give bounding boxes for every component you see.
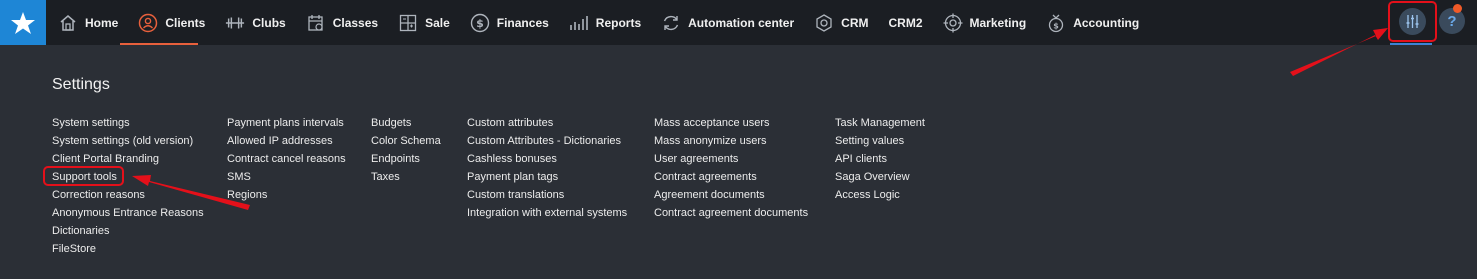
nav-home-label: Home: [85, 15, 119, 30]
settings-column-2: Payment plans intervals Allowed IP addre…: [227, 114, 346, 204]
settings-link[interactable]: Color Schema: [371, 132, 441, 150]
settings-column-5: Mass acceptance users Mass anonymize use…: [654, 114, 808, 222]
nav-clubs-label: Clubs: [252, 15, 286, 30]
settings-link[interactable]: Budgets: [371, 114, 441, 132]
clients-icon: [138, 13, 158, 33]
star-logo-icon: [11, 11, 35, 34]
settings-link[interactable]: Contract cancel reasons: [227, 150, 346, 168]
nav-reports[interactable]: Reports: [557, 0, 649, 45]
nav-automation-center[interactable]: Automation center: [649, 0, 802, 45]
settings-link[interactable]: Custom Attributes - Dictionaries: [467, 132, 627, 150]
dumbbell-icon: [225, 13, 245, 33]
settings-link[interactable]: Integration with external systems: [467, 204, 627, 222]
settings-link[interactable]: Taxes: [371, 168, 441, 186]
settings-link[interactable]: Contract agreement documents: [654, 204, 808, 222]
settings-link[interactable]: Correction reasons: [52, 186, 204, 204]
settings-link[interactable]: Contract agreements: [654, 168, 808, 186]
settings-link[interactable]: Anonymous Entrance Reasons: [52, 204, 204, 222]
active-tab-indicator: [120, 43, 198, 45]
nav-finances[interactable]: $ Finances: [458, 0, 557, 45]
settings-link[interactable]: Payment plans intervals: [227, 114, 346, 132]
target-icon: [943, 13, 963, 33]
nav-finances-label: Finances: [496, 15, 549, 30]
help-label: ?: [1447, 12, 1457, 30]
refresh-icon: [661, 13, 681, 33]
home-icon: [58, 13, 78, 33]
main-nav: Home Clients Clubs Classes Sale $ Financ…: [46, 0, 1147, 45]
settings-link[interactable]: User agreements: [654, 150, 808, 168]
nav-automation-center-label: Automation center: [688, 15, 795, 30]
help-button[interactable]: ?: [1439, 8, 1465, 34]
nav-classes-label: Classes: [332, 15, 379, 30]
annotation-highlight-settings: [1388, 1, 1437, 42]
nav-sale[interactable]: Sale: [386, 0, 458, 45]
settings-link[interactable]: Custom attributes: [467, 114, 627, 132]
settings-link[interactable]: Access Logic: [835, 186, 925, 204]
accounting-icon: $: [1046, 13, 1066, 33]
settings-link[interactable]: Allowed IP addresses: [227, 132, 346, 150]
nav-crm2[interactable]: CRM2: [876, 0, 930, 45]
nav-marketing[interactable]: Marketing: [931, 0, 1035, 45]
nav-crm[interactable]: CRM: [802, 0, 876, 45]
nav-accounting-label: Accounting: [1073, 15, 1140, 30]
nav-crm2-label: CRM2: [888, 15, 923, 30]
settings-link[interactable]: Mass acceptance users: [654, 114, 808, 132]
nav-accounting[interactable]: $ Accounting: [1034, 0, 1147, 45]
svg-text:$: $: [1053, 21, 1059, 30]
nav-reports-label: Reports: [595, 15, 642, 30]
nav-crm-label: CRM: [841, 15, 869, 30]
calendar-icon: [306, 13, 326, 33]
nav-clients-label: Clients: [165, 15, 206, 30]
settings-link[interactable]: API clients: [835, 150, 925, 168]
nav-home[interactable]: Home: [46, 0, 126, 45]
settings-link[interactable]: Setting values: [835, 132, 925, 150]
top-navigation-bar: Home Clients Clubs Classes Sale $ Financ…: [0, 0, 1477, 45]
settings-link[interactable]: System settings: [52, 114, 204, 132]
settings-link[interactable]: Task Management: [835, 114, 925, 132]
settings-link[interactable]: Payment plan tags: [467, 168, 627, 186]
settings-link[interactable]: Mass anonymize users: [654, 132, 808, 150]
settings-link[interactable]: FileStore: [52, 240, 204, 258]
grid-icon: [398, 13, 418, 33]
nav-clients[interactable]: Clients: [126, 0, 213, 45]
settings-link[interactable]: Endpoints: [371, 150, 441, 168]
notification-dot: [1453, 4, 1462, 13]
settings-link[interactable]: Cashless bonuses: [467, 150, 627, 168]
nav-classes[interactable]: Classes: [294, 0, 386, 45]
bar-chart-icon: [569, 13, 589, 33]
crm-icon: [814, 13, 834, 33]
settings-link[interactable]: SMS: [227, 168, 346, 186]
nav-sale-label: Sale: [425, 15, 450, 30]
settings-column-3: Budgets Color Schema Endpoints Taxes: [371, 114, 441, 186]
settings-link[interactable]: Regions: [227, 186, 346, 204]
settings-link[interactable]: Saga Overview: [835, 168, 925, 186]
settings-link[interactable]: System settings (old version): [52, 132, 204, 150]
dollar-icon: $: [470, 13, 490, 33]
settings-column-1: System settings System settings (old ver…: [52, 114, 204, 258]
app-logo[interactable]: [0, 0, 46, 45]
settings-title: Settings: [52, 76, 110, 93]
settings-link[interactable]: Dictionaries: [52, 222, 204, 240]
annotation-highlight-support-tools: [43, 166, 124, 186]
nav-marketing-label: Marketing: [969, 15, 1027, 30]
settings-link[interactable]: Custom translations: [467, 186, 627, 204]
settings-link[interactable]: Agreement documents: [654, 186, 808, 204]
settings-column-4: Custom attributes Custom Attributes - Di…: [467, 114, 627, 222]
settings-column-6: Task Management Setting values API clien…: [835, 114, 925, 204]
svg-text:$: $: [476, 17, 484, 30]
nav-clubs[interactable]: Clubs: [213, 0, 293, 45]
settings-active-indicator: [1390, 43, 1432, 45]
